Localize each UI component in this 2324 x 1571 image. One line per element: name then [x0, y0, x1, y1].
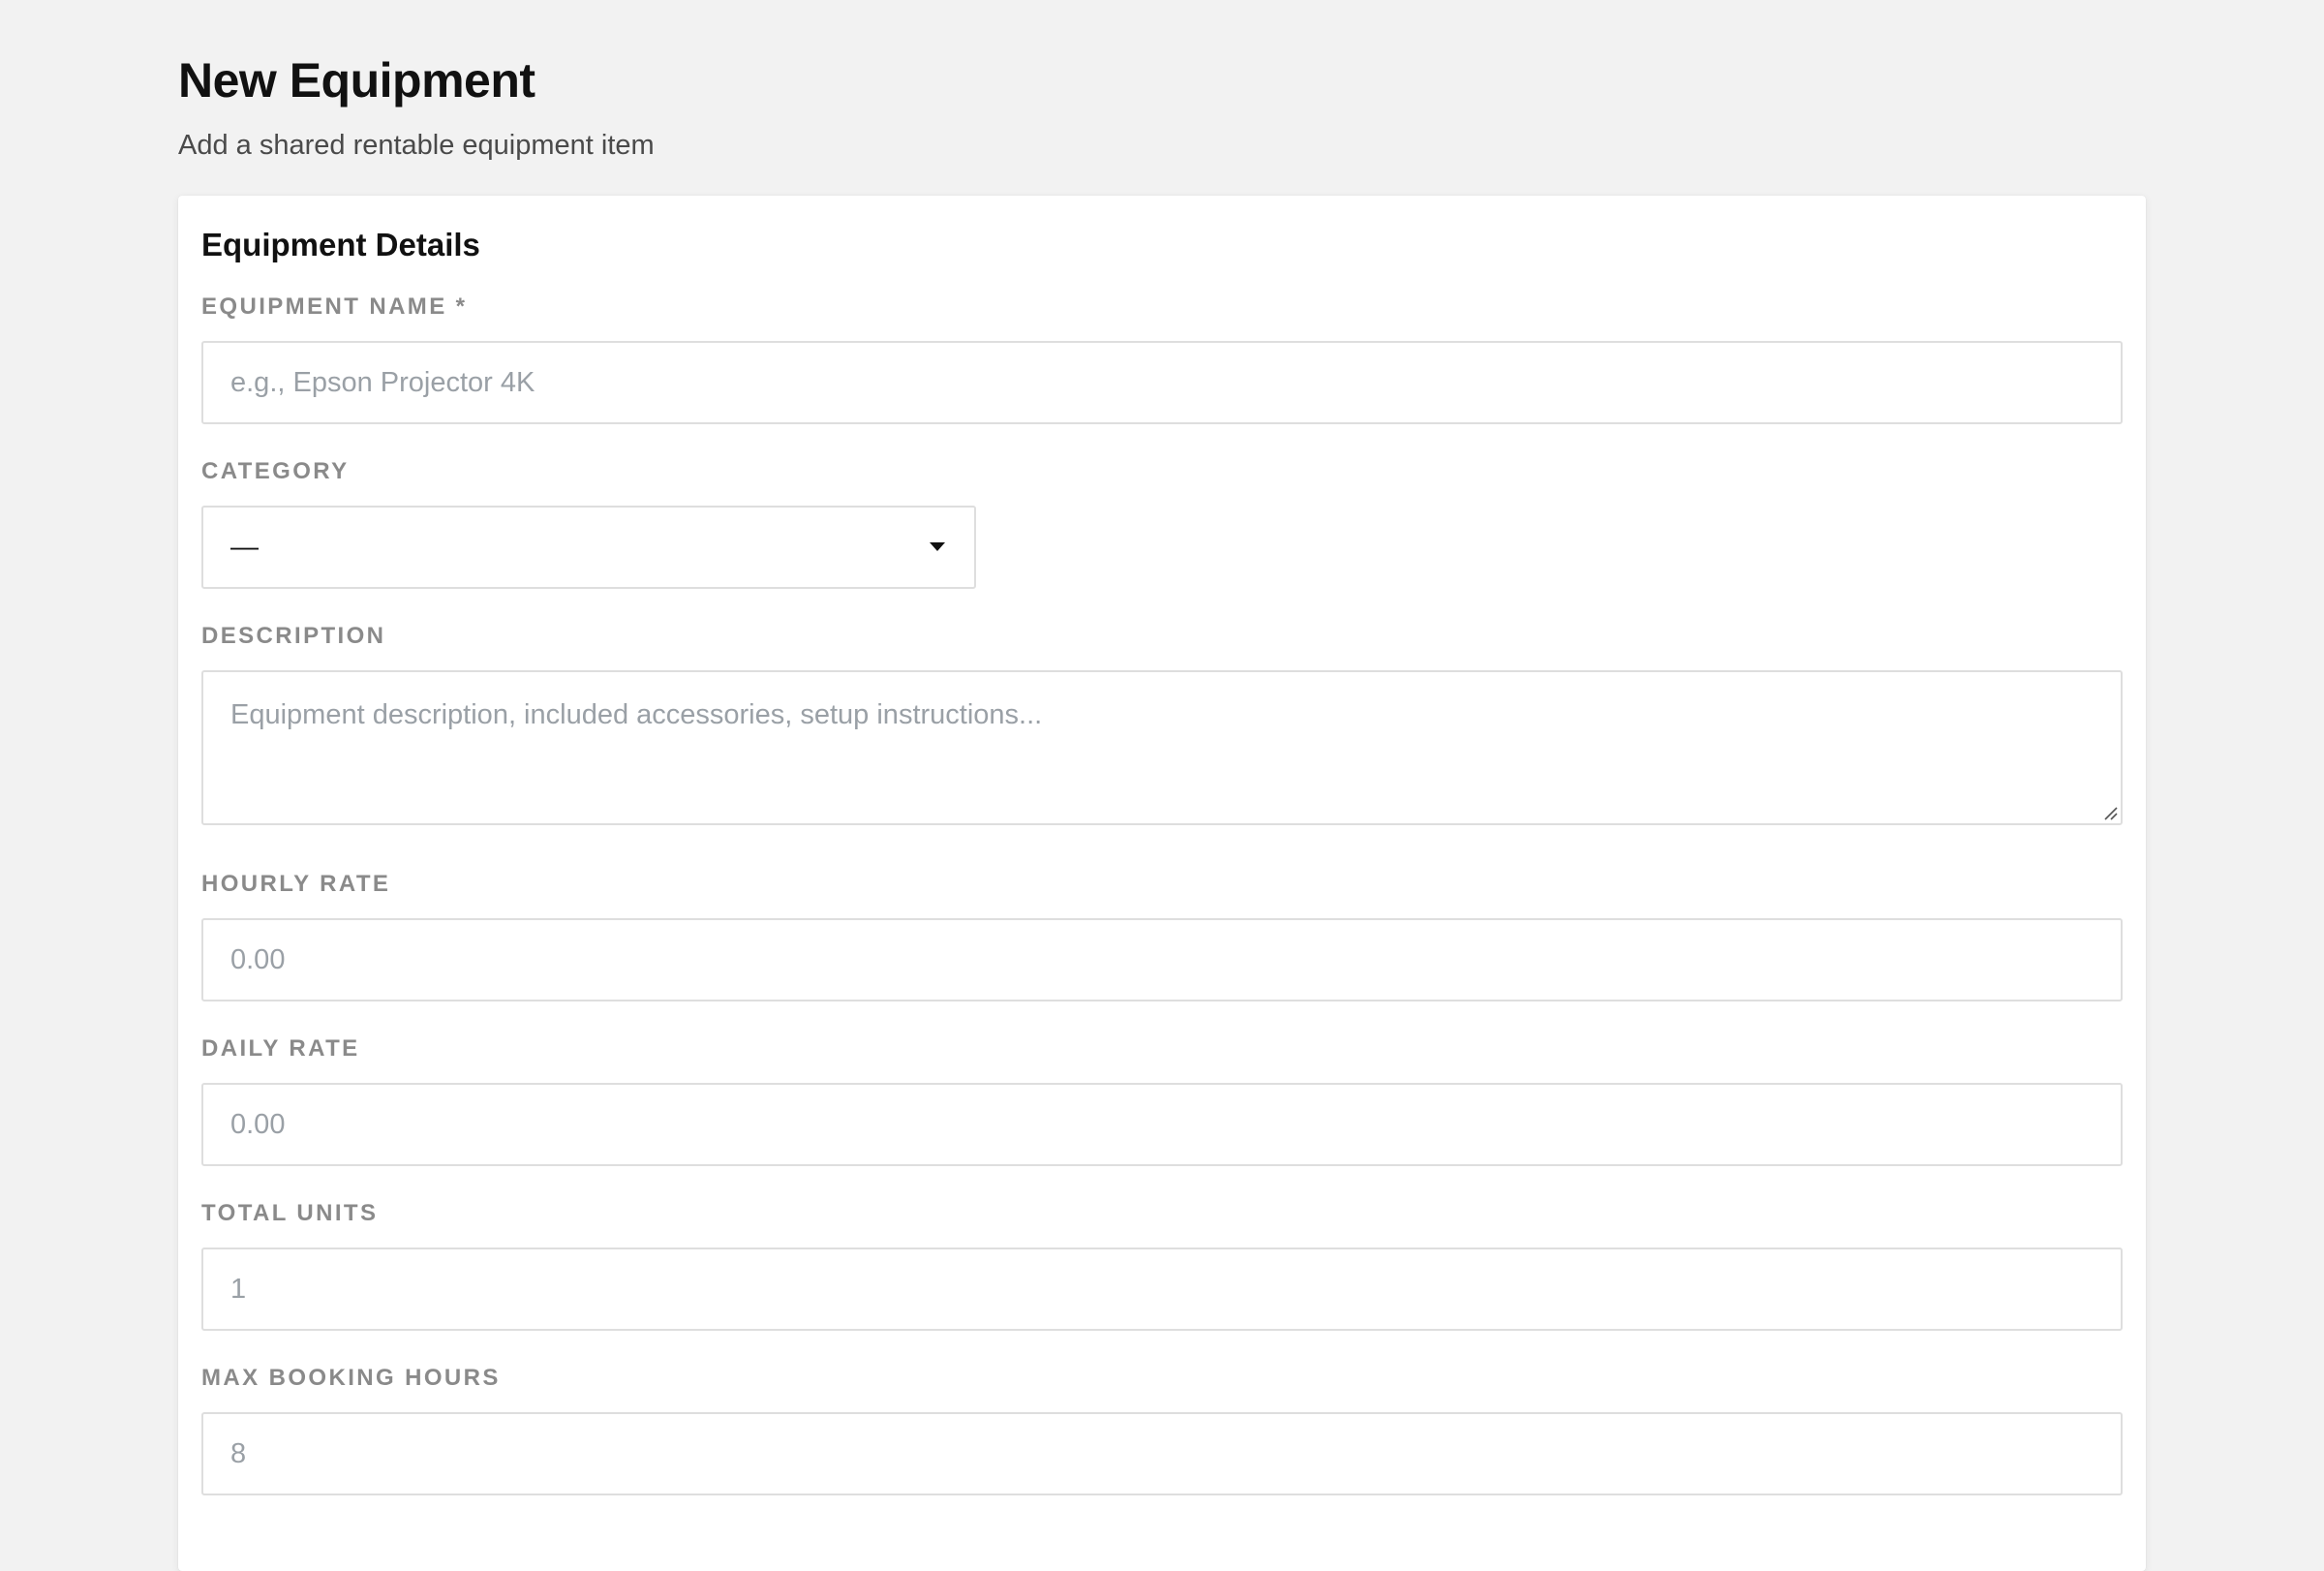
- daily-rate-field: DAILY RATE: [201, 1034, 2123, 1166]
- page-subtitle: Add a shared rentable equipment item: [178, 130, 655, 161]
- page: New Equipment Add a shared rentable equi…: [0, 0, 2324, 1571]
- total-units-field: TOTAL UNITS: [201, 1199, 2123, 1331]
- resize-grip-icon[interactable]: [2101, 804, 2119, 821]
- category-select[interactable]: —: [201, 506, 976, 589]
- max-booking-hours-field: MAX BOOKING HOURS: [201, 1364, 2123, 1495]
- equipment-name-label: EQUIPMENT NAME *: [201, 293, 468, 320]
- daily-rate-label: DAILY RATE: [201, 1035, 360, 1062]
- page-header: New Equipment Add a shared rentable equi…: [178, 46, 2146, 165]
- hourly-rate-label: HOURLY RATE: [201, 871, 391, 897]
- total-units-label: TOTAL UNITS: [201, 1200, 379, 1226]
- chevron-down-icon: [930, 542, 945, 551]
- description-field: DESCRIPTION: [201, 622, 2123, 825]
- daily-rate-input[interactable]: [201, 1083, 2123, 1166]
- hourly-rate-field: HOURLY RATE: [201, 870, 2123, 1001]
- max-booking-hours-label: MAX BOOKING HOURS: [201, 1365, 501, 1391]
- category-selected-value: —: [230, 532, 259, 563]
- category-label: CATEGORY: [201, 458, 350, 484]
- category-field: CATEGORY —: [201, 457, 2123, 589]
- equipment-details-card: Equipment Details EQUIPMENT NAME * CATEG…: [178, 196, 2146, 1571]
- hourly-rate-input[interactable]: [201, 918, 2123, 1001]
- page-title: New Equipment: [178, 53, 535, 108]
- max-booking-hours-input[interactable]: [201, 1412, 2123, 1495]
- total-units-input[interactable]: [201, 1248, 2123, 1331]
- equipment-name-field: EQUIPMENT NAME *: [201, 293, 2123, 424]
- equipment-name-input[interactable]: [201, 341, 2123, 424]
- description-label: DESCRIPTION: [201, 623, 386, 649]
- card-title: Equipment Details: [201, 227, 480, 262]
- description-textarea[interactable]: [201, 670, 2123, 825]
